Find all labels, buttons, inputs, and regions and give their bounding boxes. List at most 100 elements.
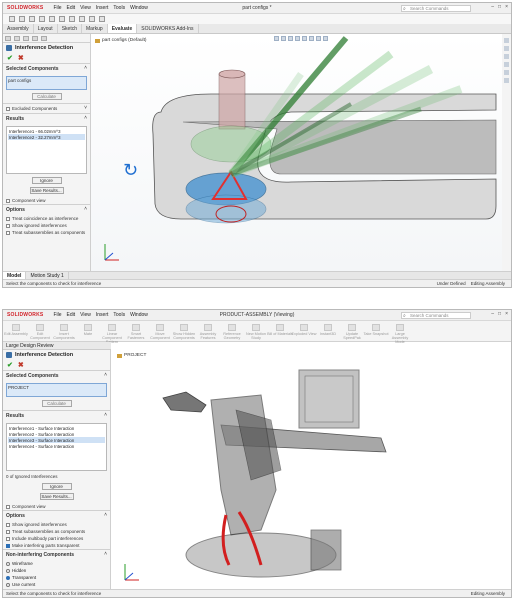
checkbox[interactable]: [6, 106, 10, 111]
chevron-up-icon[interactable]: ˄: [84, 206, 87, 212]
menu-file[interactable]: File: [53, 312, 61, 318]
save-results-button[interactable]: Save Results...: [39, 493, 74, 500]
cmd-bom[interactable]: Bill of Materials: [267, 324, 293, 336]
section-options[interactable]: Options ˄: [3, 204, 90, 215]
option-checkbox[interactable]: Show ignored interferences: [3, 222, 90, 229]
save-results-button[interactable]: Save Results...: [29, 187, 64, 194]
cmd-update-speedpak[interactable]: Update SpeedPak: [339, 324, 365, 340]
custom-properties-icon[interactable]: [504, 78, 509, 83]
tab-motion-study[interactable]: Motion Study 1: [26, 272, 69, 279]
toolbar-icon[interactable]: [99, 16, 105, 22]
config-manager-icon[interactable]: [23, 36, 29, 41]
menu-window[interactable]: Window: [130, 5, 148, 11]
cmd-take-snapshot[interactable]: Take Snapshot: [363, 324, 389, 336]
tab-evaluate[interactable]: Evaluate: [107, 24, 138, 33]
option-checkbox[interactable]: Treat coincidence as interference: [3, 215, 90, 222]
toolbar-icon[interactable]: [39, 16, 45, 22]
close-icon[interactable]: ×: [505, 4, 508, 10]
chevron-up-icon[interactable]: ˄: [104, 372, 107, 378]
selected-components-list[interactable]: PROJECT: [6, 383, 107, 397]
tab-sketch[interactable]: Sketch: [58, 24, 82, 33]
radio-option[interactable]: Hidden: [3, 567, 110, 574]
menu-insert[interactable]: Insert: [96, 5, 109, 11]
menu-view[interactable]: View: [80, 5, 91, 11]
maximize-icon[interactable]: □: [498, 311, 501, 317]
zoom-area-icon[interactable]: [281, 36, 286, 41]
menu-file[interactable]: File: [53, 5, 61, 11]
tab-assembly[interactable]: Assembly: [3, 24, 34, 33]
menu-insert[interactable]: Insert: [96, 312, 109, 318]
chevron-up-icon[interactable]: ˄: [104, 551, 107, 557]
minimize-icon[interactable]: –: [491, 4, 494, 10]
chevron-up-icon[interactable]: ˄: [84, 115, 87, 121]
menu-tools[interactable]: Tools: [113, 312, 125, 318]
cmd-assembly-features[interactable]: Assembly Features: [195, 324, 221, 340]
resources-icon[interactable]: [504, 38, 509, 43]
checkbox[interactable]: [6, 223, 10, 228]
file-explorer-icon[interactable]: [504, 54, 509, 59]
radio-button-selected[interactable]: [6, 575, 10, 580]
checkbox[interactable]: [6, 198, 10, 203]
option-checkbox[interactable]: Treat subassemblies as components: [3, 528, 110, 535]
section-results[interactable]: Results ˄: [3, 410, 110, 421]
menu-edit[interactable]: Edit: [67, 312, 76, 318]
results-list[interactable]: Interference1 - 66.02mm^3 Interference2 …: [6, 126, 87, 174]
cmd-reference-geometry[interactable]: Reference Geometry: [219, 324, 245, 340]
cmd-mate[interactable]: Mate: [75, 324, 101, 336]
cmd-new-motion-study[interactable]: New Motion Study: [243, 324, 269, 340]
calculate-button[interactable]: Calculate: [31, 93, 62, 100]
toolbar-icon[interactable]: [89, 16, 95, 22]
checkbox[interactable]: [6, 529, 10, 534]
radio-button[interactable]: [6, 582, 10, 587]
property-manager-icon[interactable]: [14, 36, 20, 41]
previous-view-icon[interactable]: [288, 36, 293, 41]
search-input[interactable]: ⌕ Search Commands: [401, 312, 471, 319]
option-checkbox[interactable]: Show ignored interferences: [3, 521, 110, 528]
component-view-checkbox[interactable]: Component view: [3, 503, 110, 510]
cmd-edit-assembly[interactable]: Edit Assembly: [3, 324, 29, 336]
search-input[interactable]: ⌕ Search Commands: [401, 5, 471, 12]
selected-components-list[interactable]: part configs: [6, 76, 87, 90]
option-checkbox[interactable]: Include multibody part interferences: [3, 535, 110, 542]
chevron-up-icon[interactable]: ˄: [84, 65, 87, 71]
cmd-instant3d[interactable]: Instant3D: [315, 324, 341, 336]
section-results[interactable]: Results ˄: [3, 113, 90, 124]
hide-show-icon[interactable]: [316, 36, 321, 41]
graphics-area[interactable]: part configs (Default) ↻: [91, 34, 511, 271]
tab-markup[interactable]: Markup: [82, 24, 108, 33]
tab-addins[interactable]: SOLIDWORKS Add-Ins: [137, 24, 199, 33]
tab-layout[interactable]: Layout: [34, 24, 58, 33]
zoom-fit-icon[interactable]: [274, 36, 279, 41]
cmd-exploded-view[interactable]: Exploded View: [291, 324, 317, 336]
toolbar-icon[interactable]: [49, 16, 55, 22]
cancel-icon[interactable]: ✖: [18, 54, 24, 62]
feature-tree-icon[interactable]: [5, 36, 11, 41]
flyout-tree-item[interactable]: part configs (Default): [95, 38, 147, 43]
radio-option[interactable]: Transparent: [3, 574, 110, 581]
excluded-checkbox[interactable]: Excluded Components: [6, 106, 87, 111]
menu-view[interactable]: View: [80, 312, 91, 318]
view-orientation-icon[interactable]: [302, 36, 307, 41]
close-icon[interactable]: ×: [505, 311, 508, 317]
cancel-icon[interactable]: ✖: [18, 361, 24, 369]
minimize-icon[interactable]: –: [491, 311, 494, 317]
cmd-smart-fasteners[interactable]: Smart Fasteners: [123, 324, 149, 340]
maximize-icon[interactable]: □: [498, 4, 501, 10]
component-view-checkbox[interactable]: Component view: [3, 197, 90, 204]
radio-button[interactable]: [6, 568, 10, 573]
design-library-icon[interactable]: [504, 46, 509, 51]
large-design-review-bar[interactable]: Large Design Review: [3, 342, 111, 350]
section-selected-components[interactable]: Selected Components ˄: [3, 63, 90, 74]
ignore-button[interactable]: Ignore: [41, 483, 72, 490]
view-palette-icon[interactable]: [504, 62, 509, 67]
display-manager-icon[interactable]: [41, 36, 47, 41]
checkbox[interactable]: [6, 216, 10, 221]
menu-tools[interactable]: Tools: [113, 5, 125, 11]
ok-icon[interactable]: ✔: [7, 54, 13, 62]
toolbar-icon[interactable]: [19, 16, 25, 22]
cmd-edit-component[interactable]: Edit Component: [27, 324, 53, 340]
section-view-icon[interactable]: [295, 36, 300, 41]
toolbar-icon[interactable]: [69, 16, 75, 22]
ok-icon[interactable]: ✔: [7, 361, 13, 369]
section-selected-components[interactable]: Selected Components ˄: [3, 370, 110, 381]
